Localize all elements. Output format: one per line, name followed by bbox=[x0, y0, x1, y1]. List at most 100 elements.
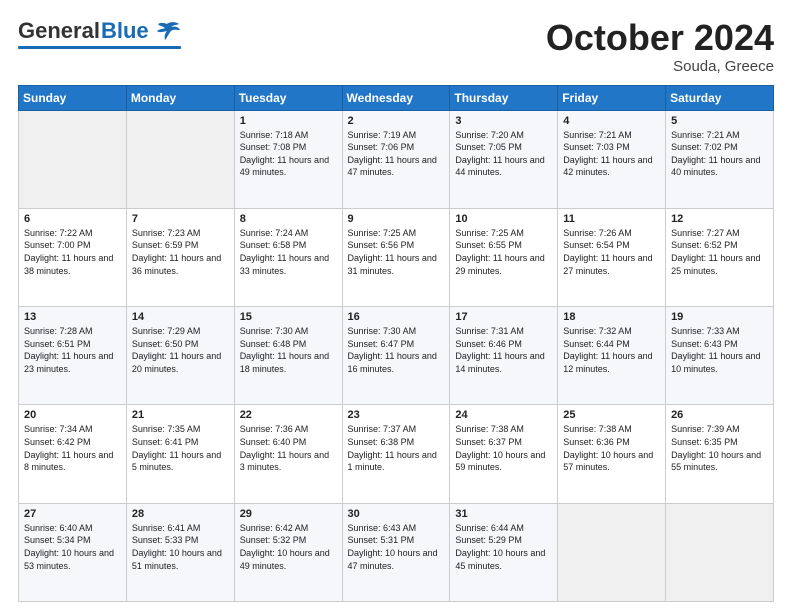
day-number: 16 bbox=[348, 311, 445, 323]
header: General Blue October 2024 Souda, Greece bbox=[18, 18, 774, 75]
day-number: 12 bbox=[671, 213, 768, 225]
cell-info: Sunrise: 7:23 AMSunset: 6:59 PMDaylight:… bbox=[132, 227, 229, 277]
day-number: 29 bbox=[240, 508, 337, 520]
cell-info: Sunrise: 7:22 AMSunset: 7:00 PMDaylight:… bbox=[24, 227, 121, 277]
day-number: 22 bbox=[240, 409, 337, 421]
day-number: 6 bbox=[24, 213, 121, 225]
page: General Blue October 2024 Souda, Greece … bbox=[0, 0, 792, 612]
col-monday: Monday bbox=[126, 85, 234, 110]
table-row: 2 Sunrise: 7:19 AMSunset: 7:06 PMDaylight… bbox=[342, 110, 450, 208]
table-row bbox=[19, 110, 127, 208]
cell-info: Sunrise: 7:26 AMSunset: 6:54 PMDaylight:… bbox=[563, 227, 660, 277]
logo: General Blue bbox=[18, 18, 181, 49]
table-row: 14 Sunrise: 7:29 AMSunset: 6:50 PMDayligh… bbox=[126, 307, 234, 405]
cell-info: Sunrise: 7:31 AMSunset: 6:46 PMDaylight:… bbox=[455, 325, 552, 375]
cell-info: Sunrise: 7:38 AMSunset: 6:37 PMDaylight:… bbox=[455, 423, 552, 473]
table-row: 18 Sunrise: 7:32 AMSunset: 6:44 PMDayligh… bbox=[558, 307, 666, 405]
table-row: 17 Sunrise: 7:31 AMSunset: 6:46 PMDayligh… bbox=[450, 307, 558, 405]
day-number: 5 bbox=[671, 115, 768, 127]
day-number: 28 bbox=[132, 508, 229, 520]
table-row: 9 Sunrise: 7:25 AMSunset: 6:56 PMDaylight… bbox=[342, 208, 450, 306]
cell-info: Sunrise: 7:30 AMSunset: 6:47 PMDaylight:… bbox=[348, 325, 445, 375]
table-row bbox=[126, 110, 234, 208]
calendar-week-row: 1 Sunrise: 7:18 AMSunset: 7:08 PMDaylight… bbox=[19, 110, 774, 208]
table-row: 7 Sunrise: 7:23 AMSunset: 6:59 PMDaylight… bbox=[126, 208, 234, 306]
day-number: 1 bbox=[240, 115, 337, 127]
table-row: 4 Sunrise: 7:21 AMSunset: 7:03 PMDaylight… bbox=[558, 110, 666, 208]
day-number: 17 bbox=[455, 311, 552, 323]
col-saturday: Saturday bbox=[666, 85, 774, 110]
day-number: 9 bbox=[348, 213, 445, 225]
table-row: 16 Sunrise: 7:30 AMSunset: 6:47 PMDayligh… bbox=[342, 307, 450, 405]
day-number: 14 bbox=[132, 311, 229, 323]
cell-info: Sunrise: 7:27 AMSunset: 6:52 PMDaylight:… bbox=[671, 227, 768, 277]
day-number: 18 bbox=[563, 311, 660, 323]
cell-info: Sunrise: 7:33 AMSunset: 6:43 PMDaylight:… bbox=[671, 325, 768, 375]
calendar-week-row: 27 Sunrise: 6:40 AMSunset: 5:34 PMDayligh… bbox=[19, 503, 774, 601]
cell-info: Sunrise: 7:19 AMSunset: 7:06 PMDaylight:… bbox=[348, 129, 445, 179]
table-row: 6 Sunrise: 7:22 AMSunset: 7:00 PMDaylight… bbox=[19, 208, 127, 306]
cell-info: Sunrise: 7:29 AMSunset: 6:50 PMDaylight:… bbox=[132, 325, 229, 375]
logo-blue: Blue bbox=[101, 18, 149, 44]
table-row: 10Sunrise: 7:25 AMSunset: 6:55 PMDayligh… bbox=[450, 208, 558, 306]
cell-info: Sunrise: 6:44 AMSunset: 5:29 PMDaylight:… bbox=[455, 522, 552, 572]
day-number: 15 bbox=[240, 311, 337, 323]
day-number: 25 bbox=[563, 409, 660, 421]
col-sunday: Sunday bbox=[19, 85, 127, 110]
cell-info: Sunrise: 7:39 AMSunset: 6:35 PMDaylight:… bbox=[671, 423, 768, 473]
cell-info: Sunrise: 6:40 AMSunset: 5:34 PMDaylight:… bbox=[24, 522, 121, 572]
day-number: 30 bbox=[348, 508, 445, 520]
col-thursday: Thursday bbox=[450, 85, 558, 110]
day-number: 3 bbox=[455, 115, 552, 127]
table-row: 23Sunrise: 7:37 AMSunset: 6:38 PMDayligh… bbox=[342, 405, 450, 503]
day-number: 4 bbox=[563, 115, 660, 127]
calendar-week-row: 13Sunrise: 7:28 AMSunset: 6:51 PMDayligh… bbox=[19, 307, 774, 405]
cell-info: Sunrise: 7:34 AMSunset: 6:42 PMDaylight:… bbox=[24, 423, 121, 473]
table-row: 25 Sunrise: 7:38 AMSunset: 6:36 PMDayligh… bbox=[558, 405, 666, 503]
cell-info: Sunrise: 7:35 AMSunset: 6:41 PMDaylight:… bbox=[132, 423, 229, 473]
cell-info: Sunrise: 7:18 AMSunset: 7:08 PMDaylight:… bbox=[240, 129, 337, 179]
table-row: 31Sunrise: 6:44 AMSunset: 5:29 PMDayligh… bbox=[450, 503, 558, 601]
location-subtitle: Souda, Greece bbox=[546, 58, 774, 75]
col-wednesday: Wednesday bbox=[342, 85, 450, 110]
cell-info: Sunrise: 6:43 AMSunset: 5:31 PMDaylight:… bbox=[348, 522, 445, 572]
cell-info: Sunrise: 7:21 AMSunset: 7:02 PMDaylight:… bbox=[671, 129, 768, 179]
cell-info: Sunrise: 7:32 AMSunset: 6:44 PMDaylight:… bbox=[563, 325, 660, 375]
table-row: 26 Sunrise: 7:39 AMSunset: 6:35 PMDayligh… bbox=[666, 405, 774, 503]
logo-underline bbox=[18, 46, 181, 49]
calendar-week-row: 20Sunrise: 7:34 AMSunset: 6:42 PMDayligh… bbox=[19, 405, 774, 503]
table-row: 20Sunrise: 7:34 AMSunset: 6:42 PMDayligh… bbox=[19, 405, 127, 503]
table-row: 19 Sunrise: 7:33 AMSunset: 6:43 PMDayligh… bbox=[666, 307, 774, 405]
table-row: 21Sunrise: 7:35 AMSunset: 6:41 PMDayligh… bbox=[126, 405, 234, 503]
table-row: 3Sunrise: 7:20 AMSunset: 7:05 PMDaylight… bbox=[450, 110, 558, 208]
day-number: 7 bbox=[132, 213, 229, 225]
calendar-week-row: 6 Sunrise: 7:22 AMSunset: 7:00 PMDaylight… bbox=[19, 208, 774, 306]
calendar-table: Sunday Monday Tuesday Wednesday Thursday… bbox=[18, 85, 774, 602]
cell-info: Sunrise: 6:41 AMSunset: 5:33 PMDaylight:… bbox=[132, 522, 229, 572]
day-number: 8 bbox=[240, 213, 337, 225]
month-title: October 2024 bbox=[546, 18, 774, 58]
cell-info: Sunrise: 7:28 AMSunset: 6:51 PMDaylight:… bbox=[24, 325, 121, 375]
day-number: 19 bbox=[671, 311, 768, 323]
table-row: 15 Sunrise: 7:30 AMSunset: 6:48 PMDayligh… bbox=[234, 307, 342, 405]
cell-info: Sunrise: 7:36 AMSunset: 6:40 PMDaylight:… bbox=[240, 423, 337, 473]
col-friday: Friday bbox=[558, 85, 666, 110]
table-row: 22 Sunrise: 7:36 AMSunset: 6:40 PMDayligh… bbox=[234, 405, 342, 503]
cell-info: Sunrise: 7:30 AMSunset: 6:48 PMDaylight:… bbox=[240, 325, 337, 375]
cell-info: Sunrise: 7:21 AMSunset: 7:03 PMDaylight:… bbox=[563, 129, 660, 179]
title-block: October 2024 Souda, Greece bbox=[546, 18, 774, 75]
table-row: 12 Sunrise: 7:27 AMSunset: 6:52 PMDayligh… bbox=[666, 208, 774, 306]
day-number: 24 bbox=[455, 409, 552, 421]
table-row bbox=[666, 503, 774, 601]
day-number: 27 bbox=[24, 508, 121, 520]
calendar-header-row: Sunday Monday Tuesday Wednesday Thursday… bbox=[19, 85, 774, 110]
cell-info: Sunrise: 7:25 AMSunset: 6:56 PMDaylight:… bbox=[348, 227, 445, 277]
logo-general: General bbox=[18, 18, 100, 44]
table-row: 8Sunrise: 7:24 AMSunset: 6:58 PMDaylight… bbox=[234, 208, 342, 306]
table-row: 1 Sunrise: 7:18 AMSunset: 7:08 PMDaylight… bbox=[234, 110, 342, 208]
day-number: 2 bbox=[348, 115, 445, 127]
cell-info: Sunrise: 7:38 AMSunset: 6:36 PMDaylight:… bbox=[563, 423, 660, 473]
cell-info: Sunrise: 7:25 AMSunset: 6:55 PMDaylight:… bbox=[455, 227, 552, 277]
table-row: 24 Sunrise: 7:38 AMSunset: 6:37 PMDayligh… bbox=[450, 405, 558, 503]
day-number: 26 bbox=[671, 409, 768, 421]
